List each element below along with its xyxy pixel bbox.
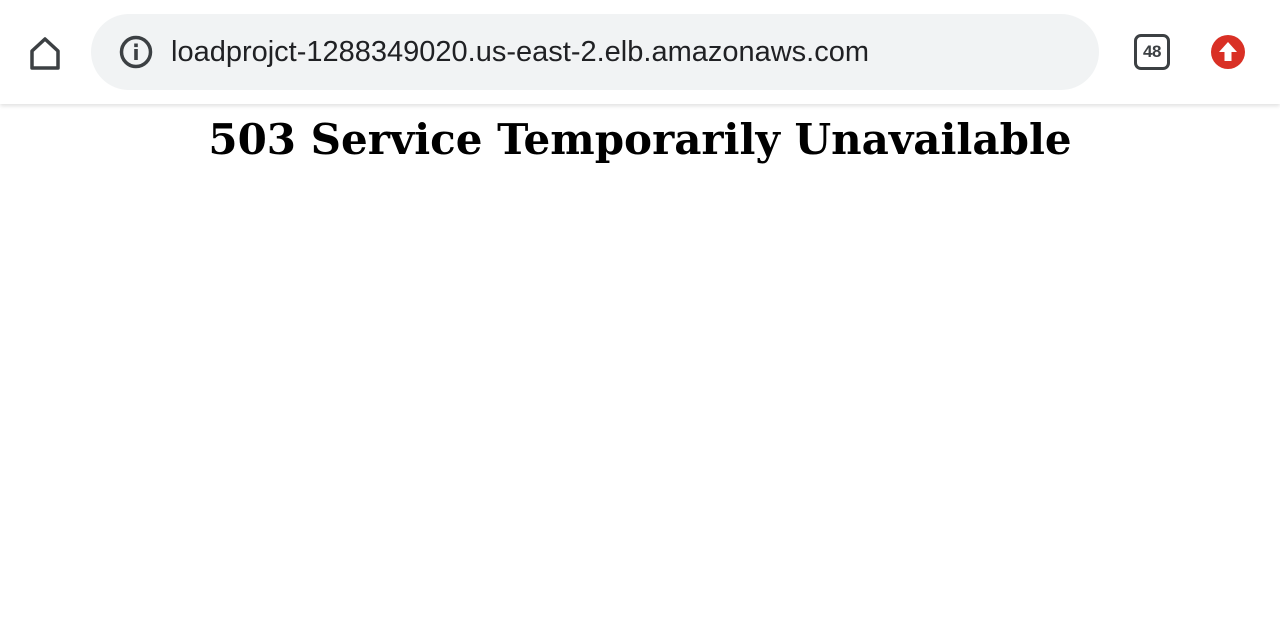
address-bar[interactable]: loadprojct-1288349020.us-east-2.elb.amaz… <box>91 14 1099 90</box>
page-content: 503 Service Temporarily Unavailable <box>0 104 1280 629</box>
url-text[interactable]: loadprojct-1288349020.us-east-2.elb.amaz… <box>171 14 869 90</box>
browser-toolbar: loadprojct-1288349020.us-east-2.elb.amaz… <box>0 0 1280 104</box>
home-button[interactable] <box>22 30 68 76</box>
error-heading: 503 Service Temporarily Unavailable <box>208 115 1072 164</box>
tab-switcher-icon: 48 <box>1134 34 1170 70</box>
info-icon[interactable] <box>119 35 153 69</box>
home-icon <box>30 37 60 70</box>
update-button[interactable] <box>1210 34 1246 70</box>
tab-switcher-button[interactable]: 48 <box>1132 32 1172 72</box>
tab-count: 48 <box>1143 42 1161 61</box>
update-available-icon <box>1211 35 1245 69</box>
